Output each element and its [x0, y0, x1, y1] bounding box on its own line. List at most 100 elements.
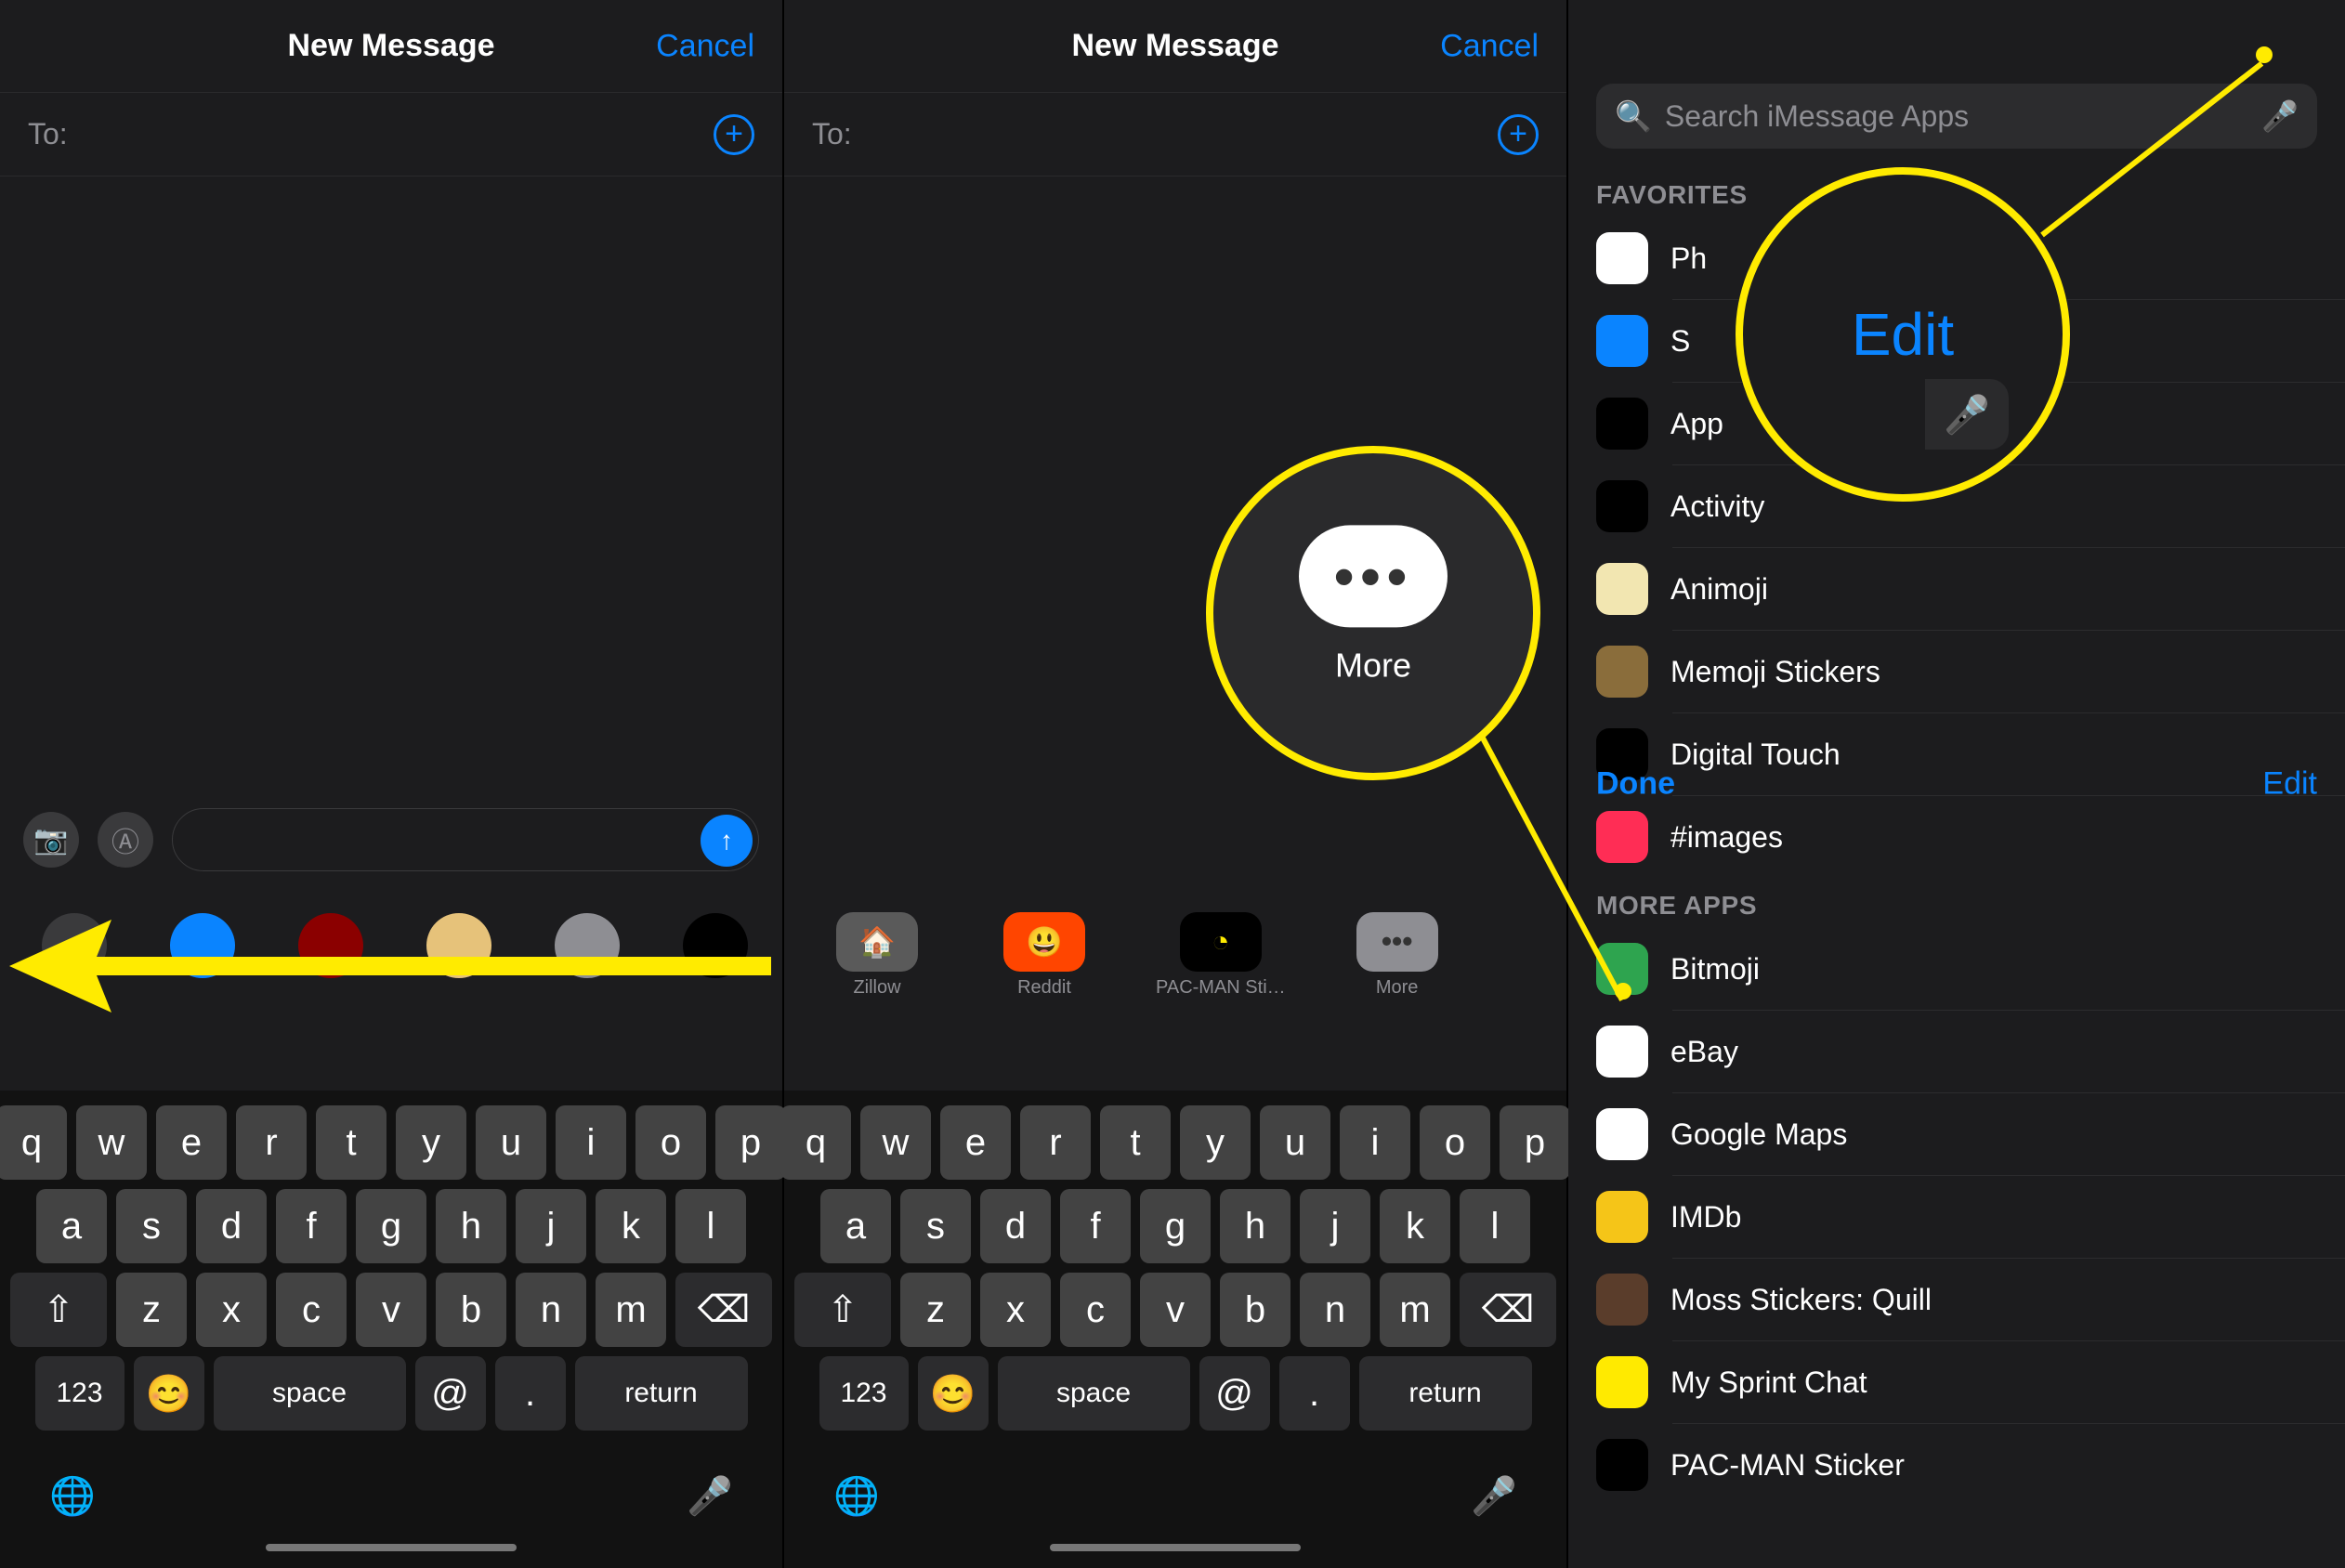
key-e[interactable]: e	[940, 1105, 1011, 1180]
to-field-row[interactable]: To: +	[784, 93, 1566, 176]
key-g[interactable]: g	[356, 1189, 426, 1263]
app-item-pacman[interactable]: ◔ PAC-MAN Sti…	[1156, 912, 1286, 999]
key-n[interactable]: n	[1300, 1273, 1370, 1347]
key-.[interactable]: .	[495, 1356, 566, 1431]
key-space[interactable]: space	[214, 1356, 406, 1431]
home-indicator[interactable]	[266, 1544, 517, 1551]
key-k[interactable]: k	[596, 1189, 666, 1263]
app-item-more[interactable]: ••• More	[1342, 912, 1453, 999]
key-o[interactable]: o	[1420, 1105, 1490, 1180]
key-p[interactable]: p	[1500, 1105, 1570, 1180]
key-q[interactable]: q	[780, 1105, 851, 1180]
key-p[interactable]: p	[715, 1105, 786, 1180]
send-button[interactable]: ↑	[701, 815, 753, 867]
key-x[interactable]: x	[196, 1273, 267, 1347]
key-b[interactable]: b	[436, 1273, 506, 1347]
key-g[interactable]: g	[1140, 1189, 1211, 1263]
key-a[interactable]: a	[36, 1189, 107, 1263]
cancel-button[interactable]: Cancel	[656, 28, 754, 64]
key-y[interactable]: y	[396, 1105, 466, 1180]
key-w[interactable]: w	[76, 1105, 147, 1180]
key-.[interactable]: .	[1279, 1356, 1350, 1431]
key-@[interactable]: @	[415, 1356, 486, 1431]
key-h[interactable]: h	[1220, 1189, 1290, 1263]
key-j[interactable]: j	[1300, 1189, 1370, 1263]
key-⇧[interactable]: ⇧	[794, 1273, 891, 1347]
key-r[interactable]: r	[1020, 1105, 1091, 1180]
add-recipient-button[interactable]: +	[714, 114, 754, 155]
key-c[interactable]: c	[276, 1273, 347, 1347]
message-input[interactable]: ↑	[172, 808, 759, 871]
key-b[interactable]: b	[1220, 1273, 1290, 1347]
list-item[interactable]: Moss Stickers: Quill	[1568, 1259, 2345, 1340]
dictation-mic-icon[interactable]: 🎤	[1466, 1468, 1522, 1523]
key-y[interactable]: y	[1180, 1105, 1251, 1180]
key-r[interactable]: r	[236, 1105, 307, 1180]
keyboard[interactable]: qwertyuiop asdfghjkl ⇧zxcvbnm⌫ 123😊space…	[784, 1091, 1566, 1568]
globe-icon[interactable]: 🌐	[45, 1468, 100, 1523]
key-v[interactable]: v	[356, 1273, 426, 1347]
list-item[interactable]: Memoji Stickers	[1568, 631, 2345, 712]
key-u[interactable]: u	[476, 1105, 546, 1180]
key-i[interactable]: i	[1340, 1105, 1410, 1180]
key-h[interactable]: h	[436, 1189, 506, 1263]
dictation-mic-icon[interactable]: 🎤	[682, 1468, 738, 1523]
key-f[interactable]: f	[276, 1189, 347, 1263]
key-d[interactable]: d	[980, 1189, 1051, 1263]
key-space[interactable]: space	[998, 1356, 1190, 1431]
key-u[interactable]: u	[1260, 1105, 1330, 1180]
key-d[interactable]: d	[196, 1189, 267, 1263]
key-⇧[interactable]: ⇧	[10, 1273, 107, 1347]
list-item[interactable]: S	[1568, 300, 2345, 382]
key-v[interactable]: v	[1140, 1273, 1211, 1347]
key-123[interactable]: 123	[35, 1356, 124, 1431]
app-strip[interactable]: 🏠 Zillow 😃 Reddit ◔ PAC-MAN Sti… ••• Mor…	[784, 899, 1566, 1011]
key-i[interactable]: i	[556, 1105, 626, 1180]
list-item[interactable]: Google Maps	[1568, 1093, 2345, 1175]
app-item-reddit[interactable]: 😃 Reddit	[989, 912, 1100, 999]
key-😊[interactable]: 😊	[134, 1356, 204, 1431]
key-⌫[interactable]: ⌫	[675, 1273, 772, 1347]
list-item[interactable]: #images	[1568, 796, 2345, 878]
key-f[interactable]: f	[1060, 1189, 1131, 1263]
key-l[interactable]: l	[1460, 1189, 1530, 1263]
key-123[interactable]: 123	[819, 1356, 909, 1431]
list-item[interactable]: Animoji	[1568, 548, 2345, 630]
key-⌫[interactable]: ⌫	[1460, 1273, 1556, 1347]
key-return[interactable]: return	[1359, 1356, 1532, 1431]
list-item[interactable]: Activity	[1568, 465, 2345, 547]
cancel-button[interactable]: Cancel	[1440, 28, 1539, 64]
add-recipient-button[interactable]: +	[1498, 114, 1539, 155]
app-strip[interactable]	[0, 890, 782, 1001]
edit-button[interactable]: Edit	[2262, 766, 2317, 803]
key-m[interactable]: m	[1380, 1273, 1450, 1347]
key-t[interactable]: t	[316, 1105, 386, 1180]
key-o[interactable]: o	[635, 1105, 706, 1180]
key-s[interactable]: s	[116, 1189, 187, 1263]
key-q[interactable]: q	[0, 1105, 67, 1180]
key-c[interactable]: c	[1060, 1273, 1131, 1347]
list-item[interactable]: App	[1568, 383, 2345, 464]
key-@[interactable]: @	[1199, 1356, 1270, 1431]
key-z[interactable]: z	[900, 1273, 971, 1347]
key-l[interactable]: l	[675, 1189, 746, 1263]
key-😊[interactable]: 😊	[918, 1356, 989, 1431]
key-w[interactable]: w	[860, 1105, 931, 1180]
list-item[interactable]: IMDb	[1568, 1176, 2345, 1258]
globe-icon[interactable]: 🌐	[829, 1468, 884, 1523]
key-return[interactable]: return	[575, 1356, 748, 1431]
key-j[interactable]: j	[516, 1189, 586, 1263]
key-k[interactable]: k	[1380, 1189, 1450, 1263]
list-item[interactable]: Ph	[1568, 217, 2345, 299]
search-field[interactable]: 🔍 Search iMessage Apps 🎤	[1596, 84, 2317, 149]
list-item[interactable]: PAC-MAN Sticker	[1568, 1424, 2345, 1506]
key-s[interactable]: s	[900, 1189, 971, 1263]
appstore-icon[interactable]: Ⓐ	[98, 812, 153, 868]
list-item[interactable]: My Sprint Chat	[1568, 1341, 2345, 1423]
camera-icon[interactable]: 📷	[23, 812, 79, 868]
done-button[interactable]: Done	[1596, 766, 1675, 803]
key-x[interactable]: x	[980, 1273, 1051, 1347]
app-item-zillow[interactable]: 🏠 Zillow	[821, 912, 933, 999]
home-indicator[interactable]	[1050, 1544, 1301, 1551]
key-n[interactable]: n	[516, 1273, 586, 1347]
